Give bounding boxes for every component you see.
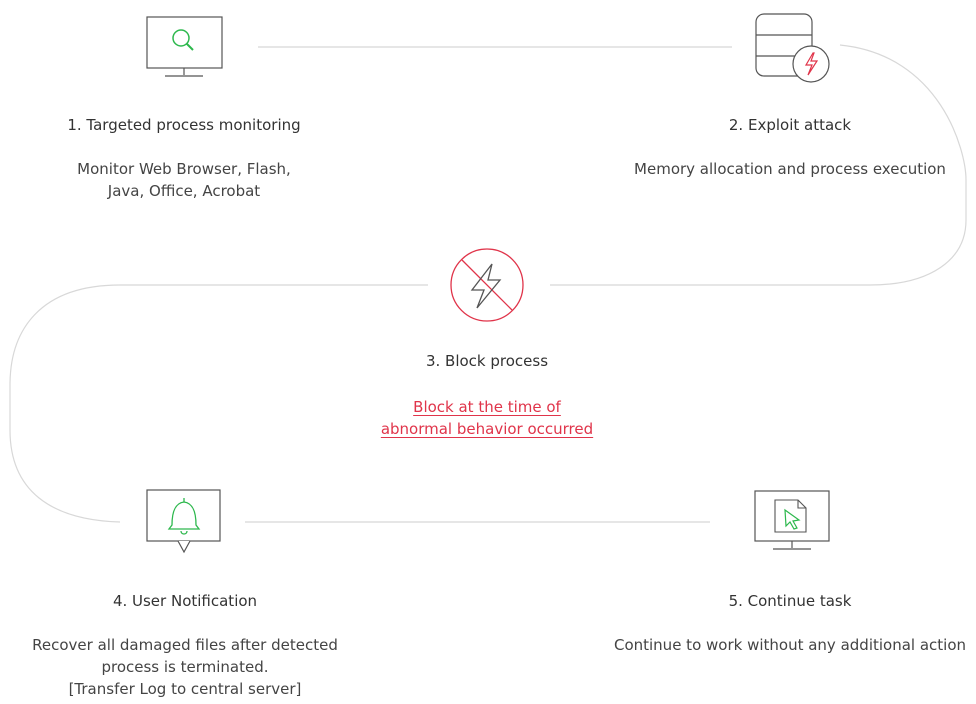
step-title: 4. User Notification bbox=[112, 592, 258, 610]
desc-line: Monitor Web Browser, Flash, bbox=[77, 160, 291, 178]
bell-notification-icon bbox=[146, 489, 221, 554]
desc-line: process is terminated. bbox=[101, 658, 269, 676]
desc-line: abnormal behavior occurred bbox=[380, 420, 594, 438]
search-monitor-icon bbox=[146, 16, 223, 77]
desc-line: Block at the time of bbox=[413, 398, 561, 416]
step-description-link[interactable]: Block at the time of abnormal behavior o… bbox=[337, 396, 637, 440]
step-description: Memory allocation and process execution bbox=[620, 158, 960, 180]
desc-line: Java, Office, Acrobat bbox=[107, 182, 261, 200]
step-title: 1. Targeted process monitoring bbox=[67, 116, 301, 134]
blocked-lightning-icon bbox=[450, 248, 524, 322]
step-description: Recover all damaged files after detected… bbox=[20, 634, 350, 700]
database-lightning-icon bbox=[755, 13, 830, 83]
step-4: 4. User Notification Recover all damaged… bbox=[20, 592, 350, 700]
step-title: 5. Continue task bbox=[728, 592, 852, 610]
desc-line: [Transfer Log to central server] bbox=[68, 680, 302, 698]
desc-line: Continue to work without any additional … bbox=[613, 636, 967, 654]
cursor-document-icon bbox=[754, 490, 830, 550]
step-2: 2. Exploit attack Memory allocation and … bbox=[620, 116, 960, 180]
step-title: 2. Exploit attack bbox=[728, 116, 852, 134]
step-description: Monitor Web Browser, Flash, Java, Office… bbox=[34, 158, 334, 202]
step-title: 3. Block process bbox=[425, 352, 549, 370]
step-1: 1. Targeted process monitoring Monitor W… bbox=[34, 116, 334, 202]
step-3: 3. Block process Block at the time of ab… bbox=[337, 352, 637, 440]
desc-line: Recover all damaged files after detected bbox=[32, 636, 338, 654]
step-description: Continue to work without any additional … bbox=[606, 634, 974, 656]
step-5: 5. Continue task Continue to work withou… bbox=[606, 592, 974, 656]
desc-line: Memory allocation and process execution bbox=[634, 160, 946, 178]
